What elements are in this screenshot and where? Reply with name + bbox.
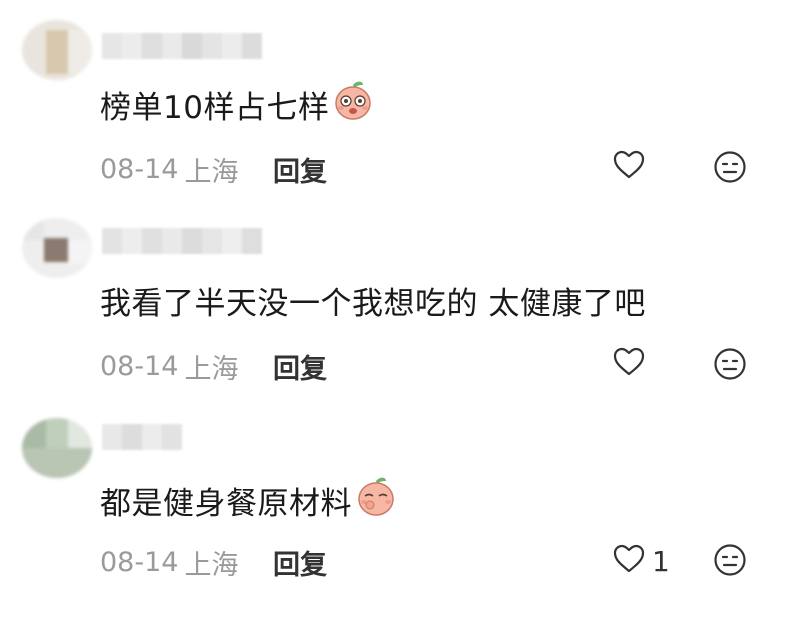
heart-outline-icon	[612, 148, 646, 186]
username-blurred[interactable]	[102, 228, 262, 254]
username-blurred[interactable]	[102, 33, 262, 59]
meh-face-icon	[713, 544, 747, 581]
comment-location: 上海	[184, 550, 239, 581]
avatar[interactable]	[22, 418, 92, 478]
comment-meta: 08-14 上海	[100, 150, 238, 189]
heart-outline-icon	[612, 542, 646, 580]
reply-button[interactable]: 回复	[273, 543, 327, 582]
dislike-button[interactable]	[713, 150, 747, 188]
dislike-button[interactable]	[713, 347, 747, 385]
comment-location: 上海	[184, 157, 239, 188]
comment-meta: 08-14 上海	[100, 543, 238, 582]
avatar[interactable]	[22, 20, 92, 80]
reply-button[interactable]: 回复	[273, 347, 327, 386]
comment-date: 08-14	[100, 547, 179, 578]
reply-button[interactable]: 回复	[273, 150, 327, 189]
comment-meta: 08-14 上海	[100, 347, 238, 386]
dislike-button[interactable]	[713, 543, 747, 581]
username-blurred[interactable]	[102, 424, 182, 450]
comment-text: 榜单10样占七样	[100, 81, 373, 126]
heart-outline-icon	[612, 345, 646, 383]
comment-item: 都是健身餐原材料 08-14 上海 回复 1	[0, 400, 800, 600]
comment-date: 08-14	[100, 154, 179, 185]
comment-text: 都是健身餐原材料	[100, 475, 396, 525]
like-button[interactable]	[612, 148, 646, 186]
comment-date: 08-14	[100, 351, 179, 382]
avatar[interactable]	[22, 218, 92, 278]
comment-item: 榜单10样占七样 08-14 上海 回复	[0, 0, 800, 200]
like-button[interactable]: 1	[612, 542, 670, 580]
meh-face-icon	[713, 151, 747, 188]
comment-location: 上海	[184, 354, 239, 385]
comment-text: 我看了半天没一个我想吃的 太健康了吧	[100, 285, 646, 322]
like-button[interactable]	[612, 345, 646, 383]
comment-item: 我看了半天没一个我想吃的 太健康了吧 08-14 上海 回复	[0, 200, 800, 400]
peach-emoji	[333, 79, 373, 129]
like-count: 1	[652, 544, 670, 578]
peach-emoji	[356, 475, 396, 525]
meh-face-icon	[713, 348, 747, 385]
